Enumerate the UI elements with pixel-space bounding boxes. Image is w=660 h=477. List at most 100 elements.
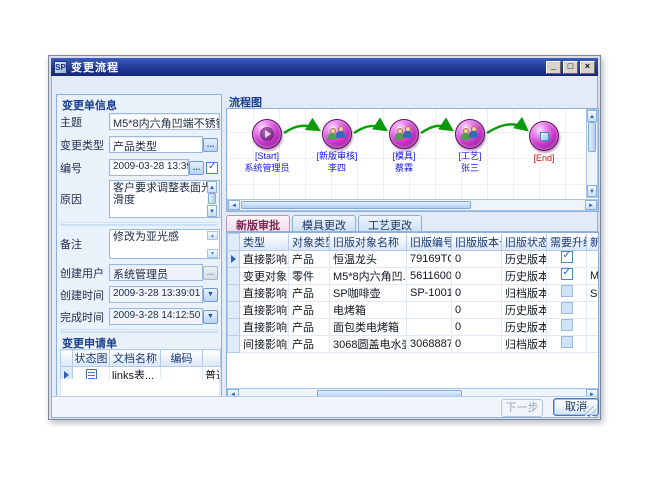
- maximize-button[interactable]: □: [563, 61, 578, 74]
- scroll-up-icon[interactable]: ▲: [207, 181, 217, 193]
- field-subject: 主题 M5*8内六角凹端不锈钢紧固螺钉: [60, 113, 220, 130]
- number-browse-button[interactable]: ...: [189, 161, 204, 175]
- close-button[interactable]: ×: [580, 61, 595, 74]
- field-remark: 备注 修改为亚光感 ▲ ▼: [60, 229, 220, 259]
- users-node-icon: [322, 119, 352, 149]
- current-row-marker: [64, 371, 69, 379]
- scroll-right-icon[interactable]: ►: [585, 200, 597, 210]
- indicator-column: [228, 234, 240, 251]
- col-status-icon[interactable]: 状态图: [73, 350, 110, 367]
- table-row[interactable]: 直接影响对象产品电烤箱0历史版本 ✓: [228, 301, 600, 318]
- col-extra[interactable]: [203, 350, 221, 367]
- subject-label: 主题: [60, 114, 109, 130]
- finish-time-input[interactable]: 2009-3-28 14:12:50: [109, 308, 203, 325]
- app-icon: SP: [54, 61, 67, 74]
- number-input[interactable]: 2009-03-28 13:39:01: [109, 159, 189, 176]
- remark-textarea[interactable]: 修改为亚光感 ▲ ▼: [109, 229, 220, 259]
- tab-mold-change[interactable]: 模具更改: [292, 215, 356, 231]
- field-change-type: 变更类型 产品类型 ...: [60, 136, 218, 153]
- request-list-empty-area: [60, 379, 220, 397]
- col-old-code[interactable]: 旧版编号: [407, 234, 452, 251]
- finish-time-label: 完成时间: [60, 309, 109, 325]
- col-code[interactable]: 编码: [161, 350, 203, 367]
- users-node-icon: [455, 119, 485, 149]
- flow-node-review[interactable]: [新版审核] 李四: [302, 119, 372, 173]
- flow-canvas[interactable]: [Start] 系统管理员 [新版审核] 李四 [模具] 蔡霖: [226, 108, 599, 212]
- col-old-status[interactable]: 旧版状态: [502, 234, 547, 251]
- table-row[interactable]: 间接影响对象产品3068圆盖电水壶30688870归档版本 ✓: [228, 335, 600, 352]
- upgrade-checkbox[interactable]: ✓: [561, 251, 573, 263]
- affected-objects-table: 类型 对象类型 旧版对象名称 旧版编号 旧版版本号 旧版状态 需要升级 新版 直…: [227, 233, 599, 353]
- check-icon: ✓: [563, 267, 571, 278]
- flow-hscrollbar[interactable]: ◄ ►: [227, 199, 598, 211]
- current-row-marker: [231, 255, 236, 263]
- upgrade-checkbox[interactable]: ✓: [561, 336, 573, 348]
- scroll-left-icon[interactable]: ◄: [228, 200, 240, 210]
- check-icon: ✓: [208, 161, 216, 172]
- scroll-down-icon[interactable]: ▼: [207, 205, 217, 217]
- field-finish-time: 完成时间 2009-3-28 14:12:50 ▼: [60, 308, 218, 325]
- titlebar[interactable]: SP 变更流程 _ □ ×: [51, 58, 598, 76]
- reason-scrollbar[interactable]: ▲ ▼: [207, 181, 219, 217]
- spin-up-icon[interactable]: ▲: [207, 231, 218, 240]
- users-node-icon: [389, 119, 419, 149]
- upgrade-checkbox[interactable]: ✓: [561, 302, 573, 314]
- remark-spinner[interactable]: ▲ ▼: [207, 231, 218, 258]
- spin-down-icon[interactable]: ▼: [207, 249, 218, 258]
- change-order-info-panel: 变更单信息 主题 M5*8内六角凹端不锈钢紧固螺钉 变更类型 产品类型 ... …: [56, 94, 222, 412]
- create-time-dropdown-icon[interactable]: ▼: [203, 288, 218, 302]
- tab-process-change[interactable]: 工艺更改: [358, 215, 422, 231]
- col-new-name[interactable]: 新版: [587, 234, 600, 251]
- indicator-column: [61, 350, 73, 367]
- create-time-input[interactable]: 2009-3-28 13:39:01: [109, 286, 203, 303]
- affected-objects-panel: 类型 对象类型 旧版对象名称 旧版编号 旧版版本号 旧版状态 需要升级 新版 直…: [226, 232, 599, 401]
- scroll-up-icon[interactable]: ▲: [587, 110, 597, 122]
- end-node-icon: [529, 121, 559, 151]
- field-number: 编号 2009-03-28 13:39:01 ... ✓: [60, 159, 218, 176]
- scroll-down-icon[interactable]: ▼: [587, 185, 597, 197]
- tab-new-version-approval[interactable]: 新版审批: [226, 215, 290, 231]
- minimize-button[interactable]: _: [546, 61, 561, 74]
- upgrade-checkbox[interactable]: ✓: [561, 319, 573, 331]
- table-row[interactable]: 直接影响对象产品恒温龙头79169TC0历史版本 ✓: [228, 250, 600, 267]
- table-header-row: 类型 对象类型 旧版对象名称 旧版编号 旧版版本号 旧版状态 需要升级 新版: [228, 234, 600, 251]
- col-doc-name[interactable]: 文档名称: [110, 350, 161, 367]
- finish-time-dropdown-icon[interactable]: ▼: [203, 310, 218, 324]
- reason-label: 原因: [60, 191, 109, 207]
- tab-bar: 新版审批 模具更改 工艺更改: [226, 215, 599, 232]
- flow-vscrollbar[interactable]: ▲ ▼: [586, 109, 598, 198]
- col-obj-type[interactable]: 对象类型: [289, 234, 330, 251]
- col-old-name[interactable]: 旧版对象名称: [330, 234, 407, 251]
- table-row[interactable]: 直接影响对象产品SP咖啡壶SP-10010归档版本 ✓ SP咖: [228, 284, 600, 301]
- field-create-time: 创建时间 2009-3-28 13:39:01 ▼: [60, 286, 218, 303]
- flow-node-mold[interactable]: [模具] 蔡霖: [369, 119, 439, 173]
- table-row[interactable]: 直接影响对象产品面包类电烤箱0历史版本 ✓: [228, 318, 600, 335]
- change-process-dialog: SP 变更流程 _ □ × 变更单信息 主题 M5*8内六角凹端不锈钢紧固螺钉 …: [48, 55, 601, 420]
- flow-chart-panel: 流程图 [Start] 系统管理员: [226, 93, 599, 212]
- subject-input[interactable]: M5*8内六角凹端不锈钢紧固螺钉: [109, 113, 220, 130]
- flow-node-end[interactable]: [End]: [509, 121, 579, 163]
- col-old-ver[interactable]: 旧版版本号: [452, 234, 502, 251]
- upgrade-checkbox[interactable]: ✓: [561, 285, 573, 297]
- col-upgrade[interactable]: 需要升级: [547, 234, 587, 251]
- create-user-input[interactable]: 系统管理员: [109, 264, 203, 281]
- field-create-user: 创建用户 系统管理员 ...: [60, 264, 218, 281]
- create-user-browse-button[interactable]: ...: [203, 266, 218, 280]
- table-row[interactable]: 变更对象零件M5*8内六角凹...56116000历史版本 ✓ M5*8: [228, 267, 600, 284]
- create-user-label: 创建用户: [60, 265, 109, 281]
- section-title-change-info: 变更单信息: [59, 96, 120, 114]
- col-type[interactable]: 类型: [240, 234, 289, 251]
- group-separator: [60, 222, 218, 226]
- number-checkbox[interactable]: ✓: [206, 162, 218, 174]
- reason-textarea[interactable]: 客户要求调整表面光滑度 ▲ ▼: [109, 180, 220, 218]
- next-button[interactable]: 下一步: [501, 399, 543, 417]
- number-label: 编号: [60, 160, 109, 176]
- change-type-input[interactable]: 产品类型: [109, 136, 203, 153]
- resize-grip[interactable]: [585, 406, 596, 417]
- flow-node-start[interactable]: [Start] 系统管理员: [232, 119, 302, 173]
- remark-label: 备注: [60, 236, 109, 252]
- upgrade-checkbox[interactable]: ✓: [561, 268, 573, 280]
- start-node-icon: [252, 119, 282, 149]
- change-type-browse-button[interactable]: ...: [203, 138, 218, 152]
- flow-node-process[interactable]: [工艺] 张三: [435, 119, 505, 173]
